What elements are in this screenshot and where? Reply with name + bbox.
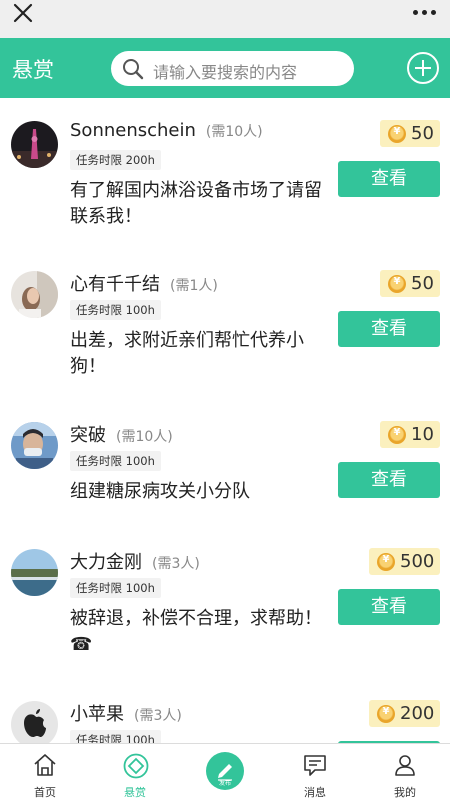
user-name: 突破 (需10人) bbox=[70, 425, 173, 446]
home-icon bbox=[34, 754, 56, 776]
coin-icon bbox=[388, 124, 406, 143]
reward-badge: 10 bbox=[380, 421, 440, 448]
time-limit-badge: 任务时限 100h bbox=[70, 730, 161, 743]
task-description: 被辞退，补偿不合理，求帮助！☎ bbox=[70, 608, 322, 655]
coin-icon bbox=[388, 274, 406, 293]
coin-icon bbox=[377, 552, 395, 571]
avatar[interactable] bbox=[11, 271, 58, 318]
search-icon bbox=[123, 59, 144, 80]
search-input[interactable]: 请输入要搜索的内容 bbox=[111, 51, 354, 86]
tab-message[interactable]: 消息 bbox=[270, 744, 360, 801]
page-title: 悬赏 bbox=[12, 58, 54, 82]
view-button[interactable]: 查看 bbox=[338, 161, 440, 197]
add-button[interactable] bbox=[407, 52, 439, 84]
task-description: 出差，求附近亲们帮忙代养小狗！ bbox=[70, 330, 304, 377]
view-button[interactable]: 查看 bbox=[338, 311, 440, 347]
reward-list: Sonnenschein (需10人) 任务时限 200h 有了解国内淋浴设备市场… bbox=[0, 98, 450, 743]
reward-badge: 50 bbox=[380, 120, 440, 147]
task-description: 有了解国内淋浴设备市场了请留联系我！ bbox=[70, 180, 322, 227]
view-button[interactable]: 查看 bbox=[338, 462, 440, 498]
message-icon bbox=[304, 755, 326, 776]
more-icon[interactable] bbox=[413, 10, 436, 15]
time-limit-badge: 任务时限 100h bbox=[70, 300, 161, 320]
avatar[interactable] bbox=[11, 422, 58, 469]
tab-home[interactable]: 首页 bbox=[0, 744, 90, 801]
search-placeholder: 请输入要搜索的内容 bbox=[153, 63, 298, 82]
user-name: Sonnenschein (需10人) bbox=[70, 120, 263, 141]
close-icon[interactable] bbox=[12, 2, 34, 24]
time-limit-badge: 任务时限 100h bbox=[70, 578, 161, 598]
header-bar: 悬赏 请输入要搜索的内容 bbox=[0, 38, 450, 98]
task-description: 组建糖尿病攻关小分队 bbox=[70, 481, 250, 502]
coin-icon bbox=[377, 704, 395, 723]
avatar[interactable] bbox=[11, 701, 58, 743]
tab-reward[interactable]: 悬赏 bbox=[90, 744, 180, 801]
time-limit-badge: 任务时限 200h bbox=[70, 150, 161, 170]
avatar[interactable] bbox=[11, 549, 58, 596]
reward-icon bbox=[123, 753, 149, 779]
user-name: 小苹果 (需3人) bbox=[70, 704, 182, 725]
reward-badge: 200 bbox=[369, 700, 441, 727]
view-button[interactable]: 查看 bbox=[338, 589, 440, 625]
time-limit-badge: 任务时限 100h bbox=[70, 451, 161, 471]
user-name: 心有千千结 (需1人) bbox=[70, 274, 218, 295]
reward-badge: 50 bbox=[380, 270, 440, 297]
coin-icon bbox=[388, 425, 406, 444]
reward-badge: 500 bbox=[369, 548, 441, 575]
avatar[interactable] bbox=[11, 121, 58, 168]
user-icon bbox=[395, 755, 415, 776]
user-name: 大力金刚 (需3人) bbox=[70, 552, 200, 573]
tab-publish[interactable]: 发布 bbox=[180, 744, 270, 801]
top-bar bbox=[0, 0, 450, 38]
publish-icon: 发布 bbox=[206, 752, 244, 790]
bottom-tab-bar: 首页 悬赏 发布 消息 我的 bbox=[0, 743, 450, 800]
tab-profile[interactable]: 我的 bbox=[360, 744, 450, 801]
